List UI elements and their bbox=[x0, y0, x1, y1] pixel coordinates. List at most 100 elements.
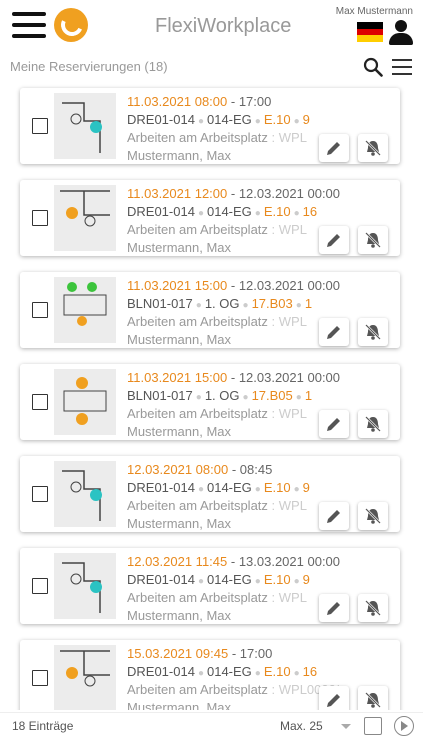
reservation-list[interactable]: 11.03.2021 08:00 - 17:00 DRE01-014 ● 014-EG… bbox=[0, 80, 423, 710]
floorplan-thumbnail bbox=[54, 369, 116, 435]
next-page-icon[interactable] bbox=[394, 716, 414, 736]
floor: 014-EG bbox=[206, 664, 252, 679]
reservation-time: 11.03.2021 15:00 - 12.03.2021 00:00 bbox=[127, 370, 340, 385]
notification-off-button[interactable] bbox=[358, 594, 388, 622]
separator-dot: ● bbox=[195, 392, 202, 403]
separator-dot: ● bbox=[195, 300, 202, 311]
reservation-person: Mustermann, Max bbox=[127, 148, 232, 163]
bell-off-icon bbox=[365, 600, 381, 616]
activity-text: Arbeiten am Arbeitsplatz bbox=[127, 406, 268, 421]
workplace-id: : WPL bbox=[271, 590, 307, 605]
bell-off-icon bbox=[365, 232, 381, 248]
notification-off-button[interactable] bbox=[358, 226, 388, 254]
reservation-checkbox[interactable] bbox=[32, 670, 48, 686]
german-flag-icon[interactable] bbox=[357, 22, 383, 42]
end-time: 17:00 bbox=[239, 646, 273, 661]
list-menu-icon[interactable] bbox=[392, 59, 412, 75]
reservation-person: Mustermann, Max bbox=[127, 700, 232, 710]
edit-button[interactable] bbox=[319, 594, 349, 622]
subheader: Meine Reservierungen (18) bbox=[0, 52, 423, 80]
start-time: 15.03.2021 09:45 bbox=[127, 646, 229, 661]
floorplan-thumbnail bbox=[54, 185, 116, 251]
separator-dot: ● bbox=[295, 392, 302, 403]
reservation-card[interactable]: 11.03.2021 08:00 - 17:00 DRE01-014 ● 014-EG… bbox=[20, 88, 400, 164]
edit-button[interactable] bbox=[319, 410, 349, 438]
seat-number: 16 bbox=[302, 664, 318, 679]
reservation-card[interactable]: 12.03.2021 11:45 - 13.03.2021 00:00 DRE01… bbox=[20, 548, 400, 624]
separator-dot: ● bbox=[197, 576, 204, 587]
floorplan-thumbnail bbox=[54, 645, 116, 710]
edit-button[interactable] bbox=[319, 318, 349, 346]
reservation-checkbox[interactable] bbox=[32, 486, 48, 502]
floor: 014-EG bbox=[206, 572, 252, 587]
activity-text: Arbeiten am Arbeitsplatz bbox=[127, 590, 268, 605]
seat-number: 9 bbox=[302, 480, 310, 495]
search-icon[interactable] bbox=[363, 57, 383, 77]
reservation-activity: Arbeiten am Arbeitsplatz : WPL bbox=[127, 314, 339, 329]
user-name: Max Mustermann bbox=[335, 6, 413, 17]
activity-text: Arbeiten am Arbeitsplatz bbox=[127, 222, 268, 237]
time-separator: - bbox=[227, 278, 239, 293]
user-icon[interactable] bbox=[388, 20, 414, 46]
seat-number: 16 bbox=[302, 204, 318, 219]
notification-off-button[interactable] bbox=[358, 410, 388, 438]
start-time: 12.03.2021 11:45 bbox=[127, 554, 228, 569]
time-separator: - bbox=[227, 186, 239, 201]
start-time: 11.03.2021 15:00 bbox=[127, 370, 228, 385]
reservation-location: BLN01-017 ● 1. OG ● 17.B03 ● 1 bbox=[127, 296, 312, 311]
edit-button[interactable] bbox=[319, 686, 349, 710]
site-code: DRE01-014 bbox=[127, 204, 195, 219]
separator-dot: ● bbox=[254, 668, 261, 679]
reservation-card[interactable]: 11.03.2021 15:00 - 12.03.2021 00:00 BLN01… bbox=[20, 364, 400, 440]
edit-button[interactable] bbox=[319, 502, 349, 530]
site-code: BLN01-017 bbox=[127, 388, 193, 403]
workplace-id: : WPL bbox=[271, 498, 307, 513]
reservation-activity: Arbeiten am Arbeitsplatz : WPL bbox=[127, 222, 339, 237]
reservation-checkbox[interactable] bbox=[32, 578, 48, 594]
end-time: 12.03.2021 00:00 bbox=[238, 186, 341, 201]
seat-number: 1 bbox=[304, 388, 313, 403]
app-title: FlexiWorkplace bbox=[155, 15, 292, 37]
start-time: 12.03.2021 08:00 bbox=[127, 462, 229, 477]
separator-dot: ● bbox=[197, 484, 204, 495]
list-view-icon[interactable] bbox=[364, 717, 382, 735]
entry-count: 18 Einträge bbox=[12, 719, 74, 733]
reservation-activity: Arbeiten am Arbeitsplatz : WPL bbox=[127, 406, 339, 421]
reservation-checkbox[interactable] bbox=[32, 394, 48, 410]
reservation-checkbox[interactable] bbox=[32, 118, 48, 134]
notification-off-button[interactable] bbox=[358, 502, 388, 530]
reservation-checkbox[interactable] bbox=[32, 210, 48, 226]
chevron-down-icon[interactable] bbox=[341, 724, 351, 729]
reservation-card[interactable]: 15.03.2021 09:45 - 17:00 DRE01-014 ● 014-EG… bbox=[20, 640, 400, 710]
separator-dot: ● bbox=[254, 208, 261, 219]
seat-number: 1 bbox=[304, 296, 313, 311]
separator-dot: ● bbox=[293, 576, 300, 587]
end-time: 12.03.2021 00:00 bbox=[238, 278, 341, 293]
reservation-time: 12.03.2021 08:00 - 08:45 bbox=[127, 462, 272, 477]
reservation-time: 15.03.2021 09:45 - 17:00 bbox=[127, 646, 272, 661]
edit-button[interactable] bbox=[319, 134, 349, 162]
end-time: 08:45 bbox=[239, 462, 273, 477]
reservation-checkbox[interactable] bbox=[32, 302, 48, 318]
reservation-card[interactable]: 11.03.2021 15:00 - 12.03.2021 00:00 BLN01… bbox=[20, 272, 400, 348]
site-code: DRE01-014 bbox=[127, 112, 195, 127]
hamburger-menu-icon[interactable] bbox=[12, 12, 46, 40]
notification-off-button[interactable] bbox=[358, 318, 388, 346]
reservation-person: Mustermann, Max bbox=[127, 424, 232, 439]
activity-text: Arbeiten am Arbeitsplatz bbox=[127, 682, 268, 697]
end-time: 13.03.2021 00:00 bbox=[238, 554, 341, 569]
reservation-card[interactable]: 12.03.2021 08:00 - 08:45 DRE01-014 ● 014-EG… bbox=[20, 456, 400, 532]
page-size-select[interactable]: Max. 25 bbox=[280, 719, 323, 733]
edit-button[interactable] bbox=[319, 226, 349, 254]
notification-off-button[interactable] bbox=[358, 134, 388, 162]
notification-off-button[interactable] bbox=[358, 686, 388, 710]
reservation-card[interactable]: 11.03.2021 12:00 - 12.03.2021 00:00 DRE01… bbox=[20, 180, 400, 256]
end-time: 17:00 bbox=[238, 94, 272, 109]
reservation-time: 12.03.2021 11:45 - 13.03.2021 00:00 bbox=[127, 554, 340, 569]
reservation-location: DRE01-014 ● 014-EG ● E.10 ● 16 bbox=[127, 664, 317, 679]
end-time: 12.03.2021 00:00 bbox=[238, 370, 341, 385]
footer: 18 Einträge Max. 25 bbox=[0, 712, 423, 746]
separator-dot: ● bbox=[295, 300, 302, 311]
time-separator: - bbox=[227, 554, 239, 569]
floor: 1. OG bbox=[204, 296, 240, 311]
